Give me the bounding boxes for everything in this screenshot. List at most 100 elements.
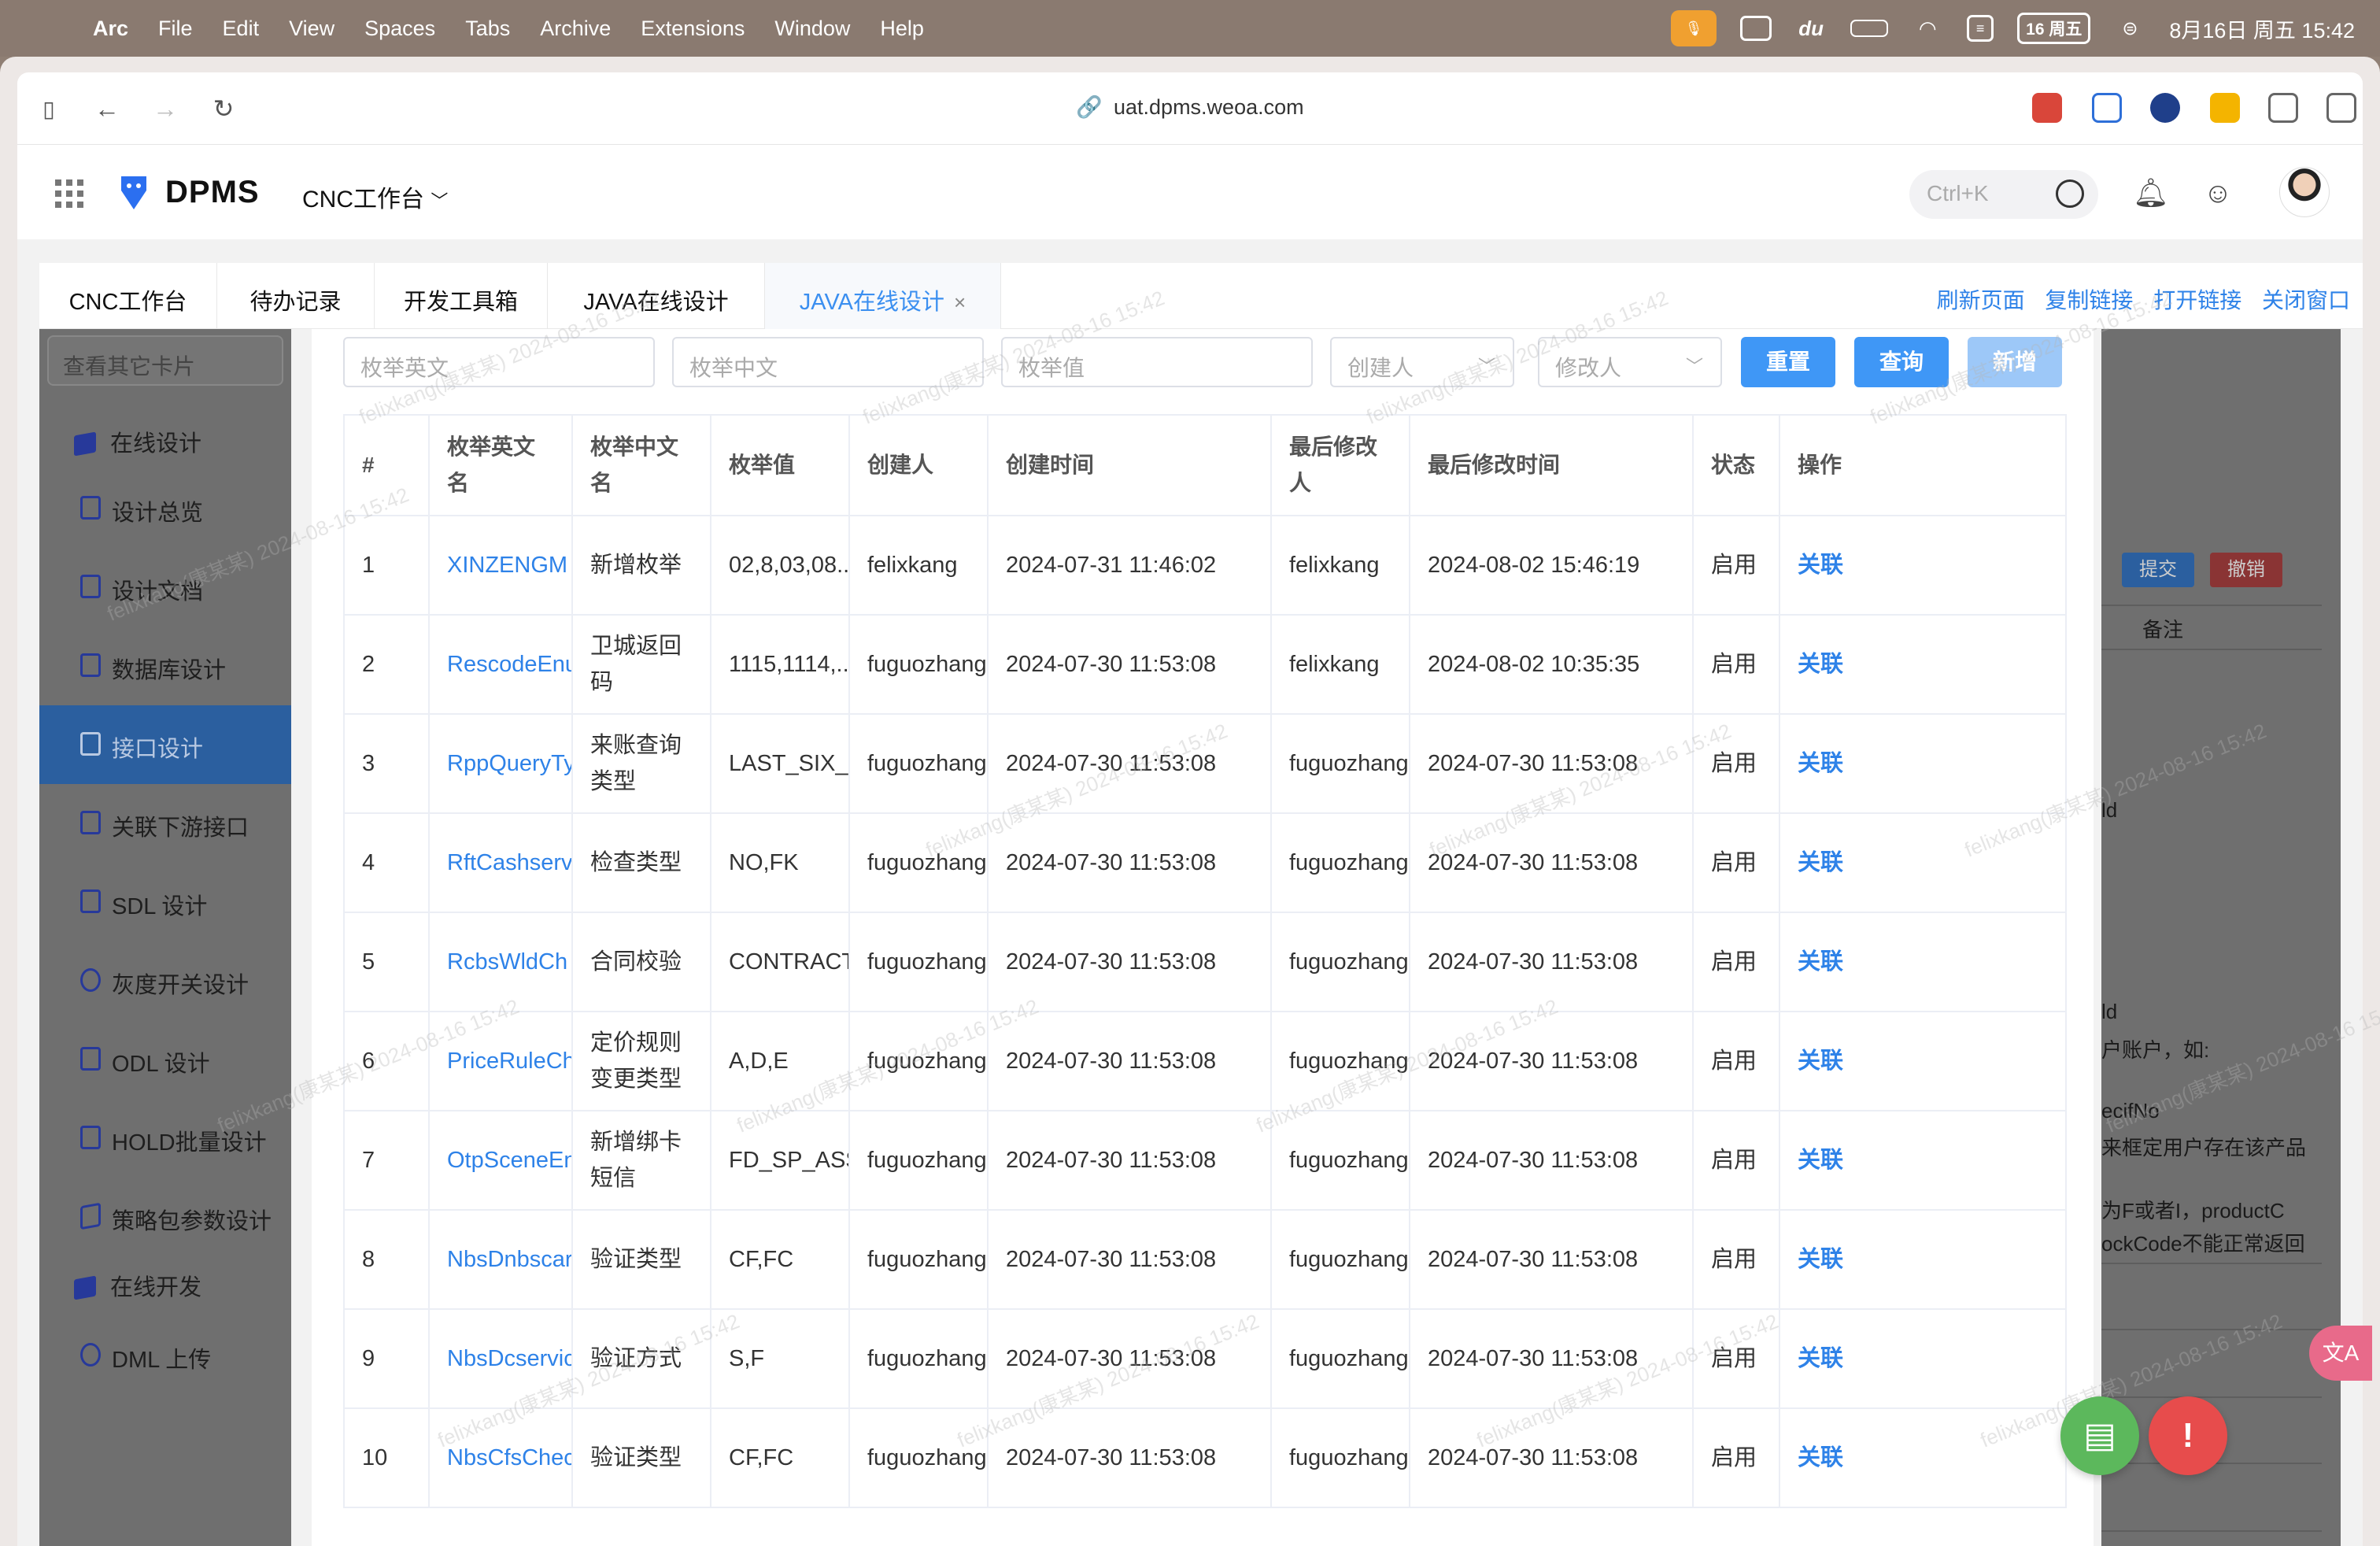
relate-link[interactable]: 关联 — [1779, 1407, 2067, 1508]
sidebar-item-database-design[interactable]: 数据库设计 — [39, 627, 291, 705]
split-view-icon[interactable] — [2326, 93, 2356, 123]
input-method-icon[interactable]: du — [1795, 16, 1827, 41]
relate-link[interactable]: 关联 — [1779, 1110, 2067, 1211]
extension-note-icon[interactable] — [2210, 93, 2240, 123]
global-search[interactable]: Ctrl+K — [1909, 170, 2098, 219]
menu-help[interactable]: Help — [880, 17, 924, 41]
enum-cn-input[interactable]: 枚举中文 — [672, 337, 984, 387]
open-link-link[interactable]: 打开链接 — [2153, 288, 2241, 313]
menu-archive[interactable]: Archive — [540, 17, 611, 41]
menu-file[interactable]: File — [158, 17, 193, 41]
clock[interactable]: 8月16日 周五 15:42 — [2169, 13, 2355, 44]
calendar-badge[interactable]: 16 周五 — [2017, 13, 2091, 44]
tab-todo[interactable]: 待办记录 — [217, 263, 375, 329]
relate-link[interactable]: 关联 — [1779, 1209, 2067, 1310]
search-icon[interactable] — [2056, 179, 2084, 208]
close-icon[interactable]: × — [954, 290, 966, 314]
cell-enum-en[interactable]: OtpSceneEn — [428, 1110, 573, 1211]
col-enum-value[interactable]: 枚举值 — [710, 414, 850, 516]
avatar[interactable] — [2279, 167, 2330, 217]
sidebar-item-downstream[interactable]: 关联下游接口 — [39, 784, 291, 863]
bell-icon[interactable]: 🔔︎ — [2133, 176, 2169, 211]
clipboard-icon[interactable]: ▤ — [2060, 1396, 2139, 1475]
close-window-link[interactable]: 关闭窗口 — [2262, 288, 2350, 313]
sidebar-item-interface-design[interactable]: 接口设计 — [39, 705, 291, 784]
tab-dev-toolbox[interactable]: 开发工具箱 — [375, 263, 548, 329]
extension-edit-icon[interactable] — [2092, 93, 2122, 123]
menu-tabs[interactable]: Tabs — [465, 17, 510, 41]
col-modifier[interactable]: 最后修改人 — [1270, 414, 1410, 516]
cell-enum-en[interactable]: RescodeEnu — [428, 614, 573, 715]
col-enum-cn[interactable]: 枚举中文名 — [571, 414, 711, 516]
cell-enum-en[interactable]: RftCashserv — [428, 812, 573, 913]
support-icon[interactable]: ☺ — [2201, 176, 2235, 211]
cell-enum-en[interactable]: NbsDcservic — [428, 1308, 573, 1409]
extension-check-icon[interactable] — [2150, 93, 2180, 123]
query-button[interactable]: 查询 — [1854, 337, 1949, 387]
revoke-button[interactable]: 撤销 — [2210, 553, 2282, 587]
cell-enum-en[interactable]: PriceRuleCh — [428, 1011, 573, 1111]
col-status[interactable]: 状态 — [1692, 414, 1780, 516]
relate-link[interactable]: 关联 — [1779, 812, 2067, 913]
submit-button[interactable]: 提交 — [2122, 553, 2194, 587]
menu-view[interactable]: View — [289, 17, 334, 41]
sidebar-item-strategy[interactable]: 策略包参数设计 — [39, 1178, 291, 1256]
enum-value-input[interactable]: 枚举值 — [1001, 337, 1313, 387]
relate-link[interactable]: 关联 — [1779, 1308, 2067, 1409]
col-modified-at[interactable]: 最后修改时间 — [1409, 414, 1694, 516]
relate-link[interactable]: 关联 — [1779, 1011, 2067, 1111]
sidebar-search-input[interactable]: 查看其它卡片 — [47, 335, 283, 386]
menu-window[interactable]: Window — [774, 17, 850, 41]
sidebar-item-sdl[interactable]: SDL 设计 — [39, 863, 291, 941]
relate-link[interactable]: 关联 — [1779, 515, 2067, 616]
col-enum-en[interactable]: 枚举英文名 — [428, 414, 573, 516]
sidebar-group-online-design[interactable]: 在线设计 — [74, 425, 201, 458]
menu-spaces[interactable]: Spaces — [364, 17, 435, 41]
wifi-icon[interactable]: ◠ — [1912, 16, 1943, 41]
modifier-select[interactable]: 修改人 ﹀ — [1538, 337, 1722, 387]
copy-link-link[interactable]: 复制链接 — [2045, 288, 2133, 313]
refresh-page-link[interactable]: 刷新页面 — [1937, 288, 2025, 313]
cell-enum-en[interactable]: NbsDnbscar — [428, 1209, 573, 1310]
menu-app[interactable]: Arc — [93, 17, 128, 41]
window-icon[interactable] — [1740, 16, 1772, 41]
enum-en-input[interactable]: 枚举英文 — [343, 337, 655, 387]
tab-java-design[interactable]: JAVA在线设计 — [548, 263, 765, 329]
creator-select[interactable]: 创建人 ﹀ — [1330, 337, 1514, 387]
add-button[interactable]: 新增 — [1968, 337, 2062, 387]
extension-menu-icon[interactable] — [2268, 93, 2298, 123]
sidebar-group-online-dev[interactable]: 在线开发 — [74, 1269, 201, 1302]
col-creator[interactable]: 创建人 — [848, 414, 989, 516]
microphone-icon[interactable]: 🎙 — [1671, 10, 1717, 46]
sidebar-item-dml-upload[interactable]: DML 上传 — [39, 1316, 291, 1395]
address-bar[interactable]: 🔗 uat.dpms.weoa.com — [17, 94, 2363, 120]
sidebar-item-hold[interactable]: HOLD批量设计 — [39, 1099, 291, 1178]
tab-java-design-active[interactable]: JAVA在线设计 × — [765, 263, 1001, 329]
cell-enum-en[interactable]: NbsCfsChec — [428, 1407, 573, 1508]
sidebar-item-design-docs[interactable]: 设计文档 — [39, 548, 291, 627]
workspace-selector[interactable]: CNC工作台 ﹀ — [302, 179, 448, 214]
cell-enum-en[interactable]: RcbsWldCh — [428, 912, 573, 1012]
reset-button[interactable]: 重置 — [1741, 337, 1835, 387]
sidebar-item-gray-switch[interactable]: 灰度开关设计 — [39, 941, 291, 1020]
logo-text[interactable]: DPMS — [165, 175, 260, 210]
menu-extensions[interactable]: Extensions — [641, 17, 745, 41]
relate-link[interactable]: 关联 — [1779, 912, 2067, 1012]
battery-icon[interactable] — [1850, 20, 1889, 37]
sidebar-item-design-overview[interactable]: 设计总览 — [39, 469, 291, 548]
tab-cnc-workbench[interactable]: CNC工作台 — [39, 263, 217, 329]
cell-enum-en[interactable]: RppQueryTy — [428, 713, 573, 814]
menu-edit[interactable]: Edit — [223, 17, 260, 41]
relate-link[interactable]: 关联 — [1779, 614, 2067, 715]
relate-link[interactable]: 关联 — [1779, 713, 2067, 814]
cell-enum-en[interactable]: XINZENGM — [428, 515, 573, 616]
control-center-icon[interactable]: ⊜ — [2114, 16, 2145, 41]
apps-grid-icon[interactable] — [55, 179, 83, 208]
translate-icon[interactable]: 文A — [2309, 1326, 2372, 1381]
cell-index: 5 — [343, 912, 430, 1012]
alert-icon[interactable]: ! — [2149, 1396, 2227, 1475]
extension-calendar-icon[interactable] — [2032, 93, 2062, 123]
sidebar-item-odl[interactable]: ODL 设计 — [39, 1020, 291, 1099]
col-created-at[interactable]: 创建时间 — [987, 414, 1272, 516]
notes-icon[interactable]: ≡ — [1967, 15, 1994, 42]
